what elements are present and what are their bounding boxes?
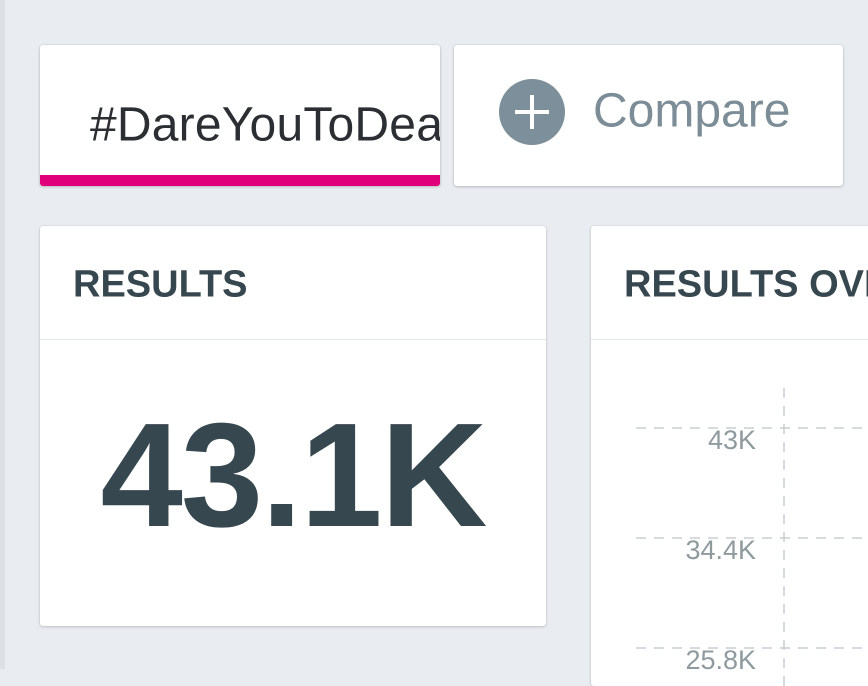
chart-y-ticks: 43K 34.4K 25.8K [636, 425, 868, 675]
chart-y-tick-label: 34.4K [685, 535, 756, 565]
results-card-title: RESULTS [73, 263, 248, 306]
chart-y-tick-label: 25.8K [685, 645, 756, 675]
results-over-time-title: RESULTS OVER TIME [624, 263, 868, 306]
results-over-time-chart: 43K 34.4K 25.8K [636, 388, 868, 686]
results-card-header: RESULTS [40, 226, 546, 340]
plus-icon-vertical [530, 95, 534, 129]
compare-label[interactable]: Compare [593, 84, 790, 139]
results-over-time-card: RESULTS OVER TIME 43K 34.4K 25.8K [591, 226, 868, 686]
plus-circle-icon[interactable] [499, 79, 565, 145]
page-edge [0, 0, 5, 669]
tab-hashtag-active[interactable]: #DareYouToDeathChallenge [40, 45, 440, 186]
results-card: RESULTS 43.1K [40, 226, 546, 626]
active-tab-indicator [40, 175, 440, 186]
results-over-time-header: RESULTS OVER TIME [591, 226, 868, 340]
chart-y-tick-label: 43K [708, 425, 756, 455]
tab-hashtag-label: #DareYouToDeathChallenge [90, 98, 440, 152]
results-count: 43.1K [100, 393, 488, 558]
